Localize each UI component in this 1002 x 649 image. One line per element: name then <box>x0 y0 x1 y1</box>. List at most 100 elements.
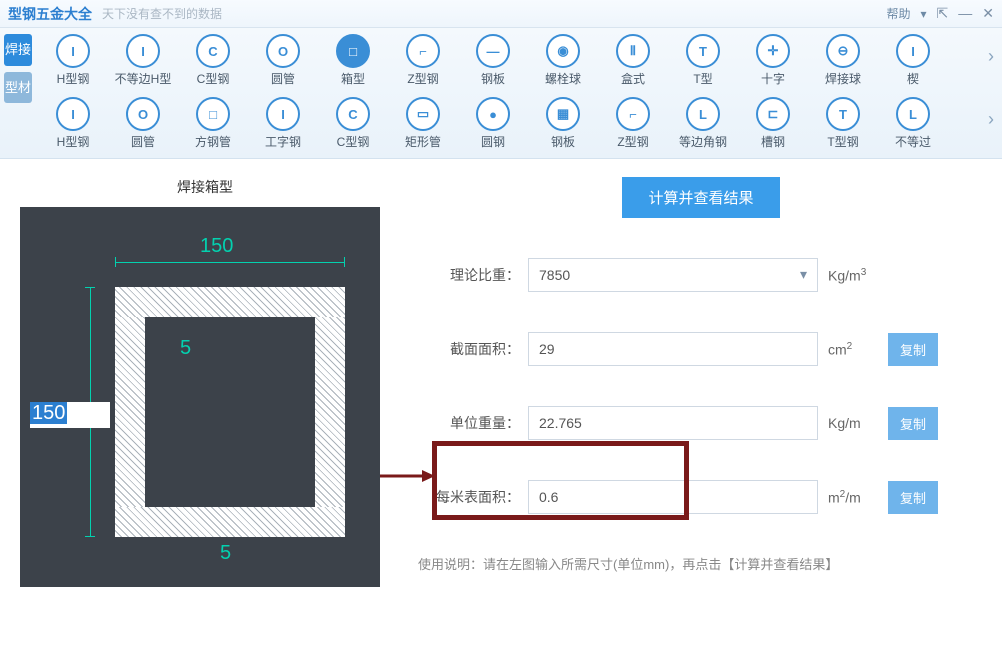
row2-item-2-icon: □ <box>196 97 230 131</box>
row2-item-9-icon: L <box>686 97 720 131</box>
row1-item-2[interactable]: CC型钢 <box>180 34 246 87</box>
row1-item-6[interactable]: — 钢板 <box>460 34 526 87</box>
row2-item-7-icon: ▦ <box>546 97 580 131</box>
row1-item-2-icon: C <box>196 34 230 68</box>
row1-item-1-icon: I <box>126 34 160 68</box>
row2-item-6[interactable]: ●圆钢 <box>460 97 526 150</box>
row1-item-6-icon: — <box>476 34 510 68</box>
row1-item-7-label: 螺栓球 <box>545 70 581 87</box>
toolbar-area: 焊接 型材 IH型钢I不等边H型CC型钢O圆管□箱型⌐Z型钢—钢板◉螺栓球Ⅱ盒式… <box>0 28 1002 159</box>
instructions-text: 使用说明：请在左图输入所需尺寸(单位mm)，再点击【计算并查看结果】 <box>410 554 992 573</box>
category-row-weld: I H型钢 I 不等边H型 CC型钢O圆管□箱型 ⌐ Z型钢 — 钢板 ◉ 螺栓球 Ⅱ盒式 T T型 ✛十字… <box>40 34 1002 87</box>
calculate-button[interactable]: 计算并查看结果 <box>622 177 779 218</box>
app-title: 型钢五金大全 <box>8 4 92 24</box>
row2-item-5[interactable]: ▭ 矩形管 <box>390 97 456 150</box>
row1-item-12-icon: I <box>896 34 930 68</box>
row2-item-5-icon: ▭ <box>406 97 440 131</box>
surface-copy-button[interactable]: 复制 <box>888 481 938 514</box>
row2-item-1-label: 圆管 <box>131 133 155 150</box>
row1-item-4-label: 箱型 <box>341 70 365 87</box>
dim-height-input[interactable]: 150 <box>30 402 110 428</box>
row2-item-10[interactable]: ⊏槽钢 <box>740 97 806 150</box>
side-tab-weld[interactable]: 焊接 <box>4 34 32 66</box>
density-label: 理论比重： <box>410 265 520 285</box>
row1-item-0-icon: I <box>56 34 90 68</box>
row1-item-0[interactable]: I H型钢 <box>40 34 106 87</box>
area-label: 截面面积： <box>410 339 520 359</box>
density-unit: Kg/m3 <box>828 267 884 284</box>
side-tab-profile[interactable]: 型材 <box>4 72 32 104</box>
dim-thickness1-label[interactable]: 5 <box>180 337 191 360</box>
row2-item-2-label: 方钢管 <box>195 133 231 150</box>
row2-item-10-label: 槽钢 <box>761 133 785 150</box>
density-select[interactable]: 7850 <box>528 258 818 292</box>
row2-item-8-label: Z型钢 <box>617 133 648 150</box>
row2-item-4[interactable]: CC型钢 <box>320 97 386 150</box>
weight-copy-button[interactable]: 复制 <box>888 407 938 440</box>
row1-item-6-label: 钢板 <box>481 70 505 87</box>
row2-item-7[interactable]: ▦ 钢板 <box>530 97 596 150</box>
row1-item-7[interactable]: ◉ 螺栓球 <box>530 34 596 87</box>
help-dropdown-icon[interactable]: ▾ <box>921 7 927 21</box>
row1-item-11-icon: ⊖ <box>826 34 860 68</box>
weight-output: 22.765 <box>528 406 818 440</box>
row2-item-12-label: 不等过 <box>895 133 931 150</box>
row1-item-12-label: 楔 <box>907 70 919 87</box>
row1-item-10-label: 十字 <box>761 70 785 87</box>
row2-item-11-label: T型钢 <box>827 133 858 150</box>
dim-thickness2-label[interactable]: 5 <box>220 542 231 565</box>
area-output: 29 <box>528 332 818 366</box>
row1-item-11[interactable]: ⊖ 焊接球 <box>810 34 876 87</box>
row1-item-9-icon: T <box>686 34 720 68</box>
weight-unit: Kg/m <box>828 415 884 431</box>
surface-label: 每米表面积： <box>410 487 520 507</box>
help-menu[interactable]: 帮助 <box>886 5 910 22</box>
row2-scroll-right-icon[interactable]: › <box>984 107 998 131</box>
tagline: 天下没有查不到的数据 <box>102 5 222 22</box>
row2-item-5-label: 矩形管 <box>405 133 441 150</box>
row1-item-1-label: 不等边H型 <box>115 70 172 87</box>
row1-item-12[interactable]: I楔 <box>880 34 946 87</box>
row1-item-10[interactable]: ✛十字 <box>740 34 806 87</box>
close-icon[interactable]: ✕ <box>982 5 994 22</box>
row2-item-12[interactable]: L不等过 <box>880 97 946 150</box>
row2-item-0-label: H型钢 <box>57 133 90 150</box>
row2-item-0[interactable]: I H型钢 <box>40 97 106 150</box>
row1-item-3[interactable]: O圆管 <box>250 34 316 87</box>
row1-item-1[interactable]: I 不等边H型 <box>110 34 176 87</box>
row2-item-7-label: 钢板 <box>551 133 575 150</box>
surface-unit: m2/m <box>828 489 884 506</box>
row1-item-8-label: 盒式 <box>621 70 645 87</box>
row1-item-7-icon: ◉ <box>546 34 580 68</box>
row2-item-1[interactable]: O圆管 <box>110 97 176 150</box>
row1-item-4[interactable]: □箱型 <box>320 34 386 87</box>
row1-item-8[interactable]: Ⅱ盒式 <box>600 34 666 87</box>
row2-item-3-label: 工字钢 <box>265 133 301 150</box>
area-copy-button[interactable]: 复制 <box>888 333 938 366</box>
minimize-icon[interactable]: — <box>958 5 972 22</box>
row1-item-5[interactable]: ⌐ Z型钢 <box>390 34 456 87</box>
row2-item-3[interactable]: I工字钢 <box>250 97 316 150</box>
pin-icon[interactable]: ⇱ <box>937 5 949 22</box>
row1-item-5-icon: ⌐ <box>406 34 440 68</box>
row2-item-0-icon: I <box>56 97 90 131</box>
row2-item-2[interactable]: □ 方钢管 <box>180 97 246 150</box>
diagram-title: 焊接箱型 <box>20 177 390 197</box>
row2-item-6-label: 圆钢 <box>481 133 505 150</box>
row2-item-9[interactable]: L等边角钢 <box>670 97 736 150</box>
row2-item-8[interactable]: ⌐ Z型钢 <box>600 97 666 150</box>
weight-label: 单位重量： <box>410 413 520 433</box>
surface-output: 0.6 <box>528 480 818 514</box>
dim-width-label[interactable]: 150 <box>200 235 233 258</box>
row2-item-11[interactable]: TT型钢 <box>810 97 876 150</box>
row1-item-3-icon: O <box>266 34 300 68</box>
titlebar: 型钢五金大全 天下没有查不到的数据 帮助 ▾ ⇱ — ✕ <box>0 0 1002 28</box>
row1-item-5-label: Z型钢 <box>407 70 438 87</box>
row1-item-9[interactable]: T T型 <box>670 34 736 87</box>
row1-item-9-label: T型 <box>693 70 712 87</box>
row1-scroll-right-icon[interactable]: › <box>984 44 998 68</box>
row2-item-8-icon: ⌐ <box>616 97 650 131</box>
annotation-arrow-icon <box>380 468 435 484</box>
row1-item-11-label: 焊接球 <box>825 70 861 87</box>
row1-item-0-label: H型钢 <box>57 70 90 87</box>
